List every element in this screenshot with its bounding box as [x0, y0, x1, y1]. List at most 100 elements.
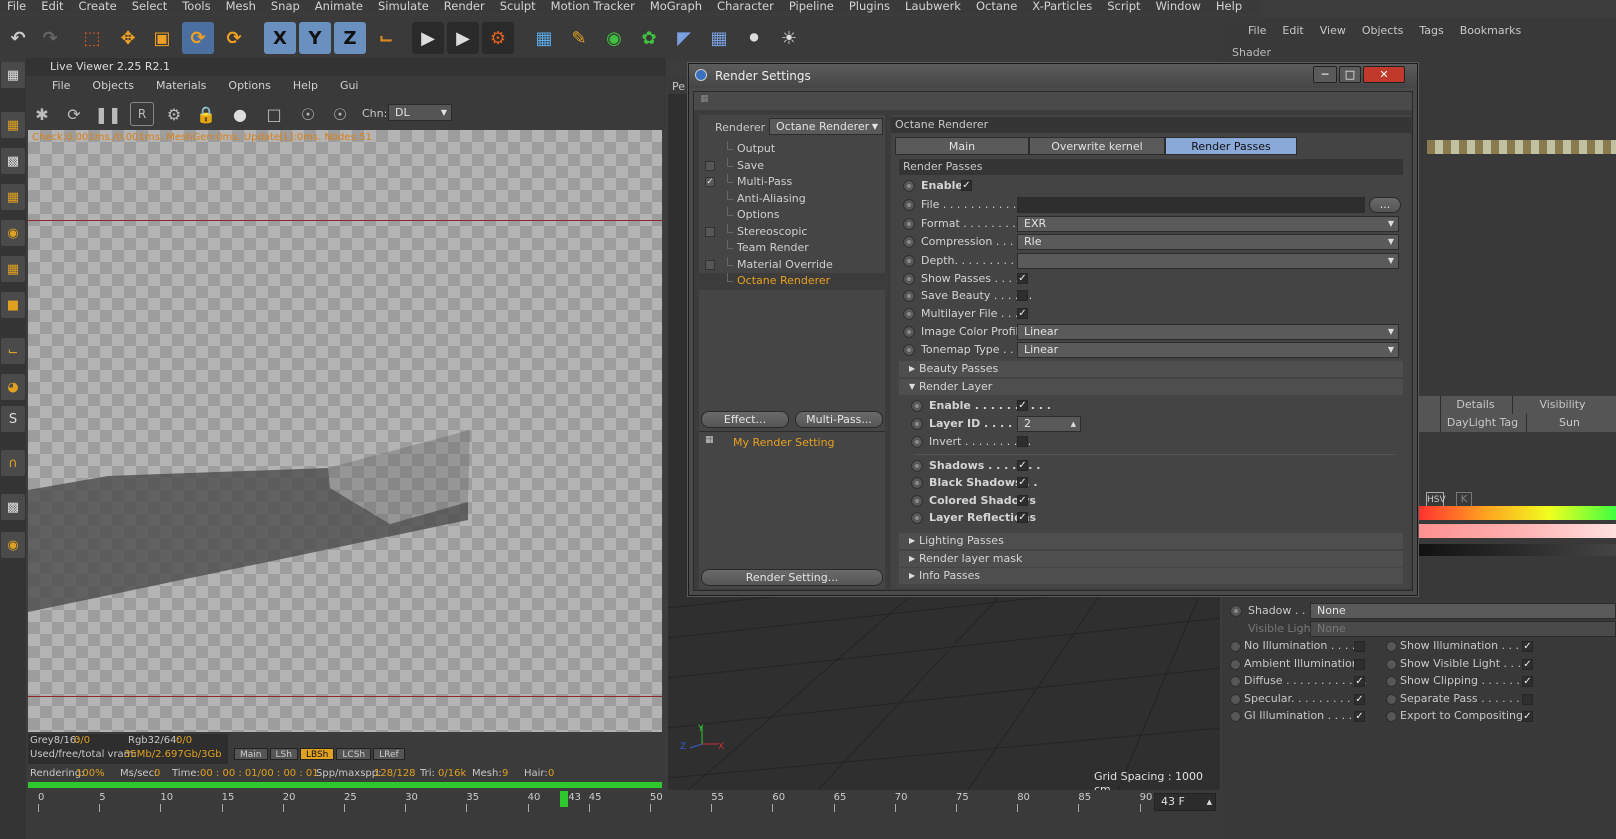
render-canvas[interactable]: Check:0.001ms./0.001ms. MeshGen:0ms. Upd…	[28, 130, 662, 732]
multilayer-keyframe-icon[interactable]	[903, 308, 915, 320]
layer-enable-keyframe-icon[interactable]	[911, 400, 923, 412]
option-checkbox[interactable]: ✓	[1354, 676, 1365, 687]
menu-item-help[interactable]: Help	[1209, 0, 1250, 14]
recent-tool-icon[interactable]: ⟳	[218, 22, 250, 54]
light-icon[interactable]: ☀	[773, 22, 805, 54]
floor-icon[interactable]: ▦	[703, 22, 735, 54]
menu-item-motion-tracker[interactable]: Motion Tracker	[544, 0, 643, 14]
enable-keyframe-icon[interactable]	[903, 180, 915, 192]
option-checkbox[interactable]: ✓	[1522, 641, 1533, 652]
tab-main[interactable]: Main	[895, 137, 1029, 155]
option-checkbox[interactable]: ✓	[1354, 711, 1365, 722]
rotate-tool-icon[interactable]: ⟳	[182, 22, 214, 54]
deformer-icon[interactable]: ◤	[668, 22, 700, 54]
layer-enable-checkbox[interactable]: ✓	[1017, 400, 1028, 411]
menu-item-script[interactable]: Script	[1100, 0, 1148, 14]
material-ball-icon[interactable]: ●	[228, 102, 252, 126]
option-checkbox[interactable]	[1522, 693, 1533, 705]
renderer-select[interactable]: Octane Renderer ▼	[769, 118, 883, 135]
maximize-button[interactable]: □	[1339, 66, 1361, 83]
y-axis-lock-icon[interactable]: Y	[299, 22, 331, 54]
colored-shadows-keyframe-icon[interactable]	[911, 495, 923, 507]
save-beauty-keyframe-icon[interactable]	[903, 290, 915, 302]
tree-item-save[interactable]: Save	[699, 157, 885, 175]
pass-tab-main[interactable]: Main	[234, 748, 268, 760]
cloner-icon[interactable]: ✿	[633, 22, 665, 54]
redo-icon[interactable]: ↷	[34, 22, 66, 54]
layer-reflections-keyframe-icon[interactable]	[911, 512, 923, 524]
depth-select[interactable]: ▼	[1017, 253, 1399, 269]
menu-item-mograph[interactable]: MoGraph	[643, 0, 710, 14]
cube-icon[interactable]: ▦	[528, 22, 560, 54]
enable-checkbox[interactable]: ✓	[961, 180, 972, 191]
timeline-playhead[interactable]	[560, 791, 569, 807]
shadow-keyframe-icon[interactable]	[1230, 605, 1242, 617]
shadows-keyframe-icon[interactable]	[911, 460, 923, 472]
polygons-mode-icon[interactable]: ■	[1, 292, 25, 318]
planar-workplane-icon[interactable]: ◉	[1, 532, 25, 558]
tree-item-checkbox[interactable]	[705, 160, 715, 171]
file-keyframe-icon[interactable]	[903, 199, 915, 211]
menu-item-animate[interactable]: Animate	[308, 0, 371, 14]
pass-tab-lsh[interactable]: LSh	[269, 748, 298, 760]
menu-item-laubwerk[interactable]: Laubwerk	[898, 0, 969, 14]
shadow-select[interactable]: None	[1310, 603, 1616, 619]
tree-item-team-render[interactable]: Team Render	[699, 240, 885, 257]
render-settings-icon[interactable]: ⚙	[482, 22, 514, 54]
tree-item-checkbox[interactable]	[705, 259, 715, 270]
close-button[interactable]: ✕	[1363, 66, 1405, 83]
menu-item-file[interactable]: File	[0, 0, 34, 14]
render-picture-viewer-icon[interactable]: ▶	[447, 22, 479, 54]
option-checkbox[interactable]	[1354, 658, 1365, 670]
om-menu-item-bookmarks[interactable]: Bookmarks	[1460, 22, 1521, 40]
tree-item-options[interactable]: Options	[699, 207, 885, 224]
tab-daylight-tag[interactable]: DayLight Tag	[1440, 414, 1524, 432]
multipass-button[interactable]: Multi-Pass...	[795, 411, 883, 428]
pen-icon[interactable]: ✎	[563, 22, 595, 54]
format-select[interactable]: EXR ▼	[1017, 216, 1399, 232]
invert-checkbox[interactable]	[1017, 436, 1028, 447]
black-shadows-checkbox[interactable]: ✓	[1017, 477, 1028, 488]
tree-item-octane-renderer[interactable]: Octane Renderer	[699, 273, 885, 290]
option-checkbox[interactable]: ✓	[1522, 676, 1533, 687]
layer-id-input[interactable]: 2 ▲	[1017, 416, 1081, 432]
info-passes-section[interactable]: ▶ Info Passes	[899, 568, 1403, 584]
lock-workplane-icon[interactable]: ▩	[1, 494, 25, 520]
menu-item-pipeline[interactable]: Pipeline	[782, 0, 842, 14]
format-keyframe-icon[interactable]	[903, 218, 915, 230]
lighting-passes-section[interactable]: ▶ Lighting Passes	[899, 533, 1403, 549]
beauty-passes-section[interactable]: ▶ Beauty Passes	[899, 361, 1403, 377]
color-profile-keyframe-icon[interactable]	[903, 326, 915, 338]
menu-item-select[interactable]: Select	[125, 0, 175, 14]
restart-render-icon[interactable]: ⟳	[62, 102, 86, 126]
option-checkbox[interactable]	[1354, 641, 1365, 652]
move-tool-icon[interactable]: ✥	[112, 22, 144, 54]
tree-item-anti-aliasing[interactable]: Anti-Aliasing	[699, 190, 885, 208]
om-menu-item-view[interactable]: View	[1320, 22, 1346, 40]
menu-item-window[interactable]: Window	[1149, 0, 1209, 14]
tweak-mode-icon[interactable]: ◕	[1, 374, 25, 400]
my-render-setting[interactable]: My Render Setting	[733, 436, 835, 449]
file-input[interactable]	[1017, 197, 1365, 213]
keyframe-icon[interactable]	[1230, 658, 1241, 670]
show-passes-checkbox[interactable]: ✓	[1017, 273, 1028, 284]
tab-details[interactable]: Details	[1440, 396, 1510, 414]
menu-item-tools[interactable]: Tools	[175, 0, 218, 14]
compression-keyframe-icon[interactable]	[903, 236, 915, 248]
model-mode-icon[interactable]: ▦	[1, 62, 25, 88]
render-view-icon[interactable]: ▶	[412, 22, 444, 54]
menu-item-simulate[interactable]: Simulate	[371, 0, 437, 14]
tonemap-select[interactable]: Linear ▼	[1017, 342, 1399, 358]
subdivision-icon[interactable]: ◉	[598, 22, 630, 54]
save-beauty-checkbox[interactable]	[1017, 290, 1028, 301]
keyframe-icon[interactable]	[1230, 676, 1241, 687]
keyframe-icon[interactable]	[1230, 693, 1241, 705]
tree-item-checkbox[interactable]: ✓	[705, 177, 715, 187]
lv-menu-item-file[interactable]: File	[52, 76, 70, 96]
lv-menu-item-objects[interactable]: Objects	[92, 76, 134, 96]
menu-item-x-particles[interactable]: X-Particles	[1025, 0, 1100, 14]
keyframe-icon[interactable]	[1230, 711, 1241, 722]
object-mode-icon[interactable]: ▦	[1, 112, 25, 138]
points-mode-icon[interactable]: ◉	[1, 220, 25, 246]
pass-tab-lref[interactable]: LRef	[373, 748, 405, 760]
